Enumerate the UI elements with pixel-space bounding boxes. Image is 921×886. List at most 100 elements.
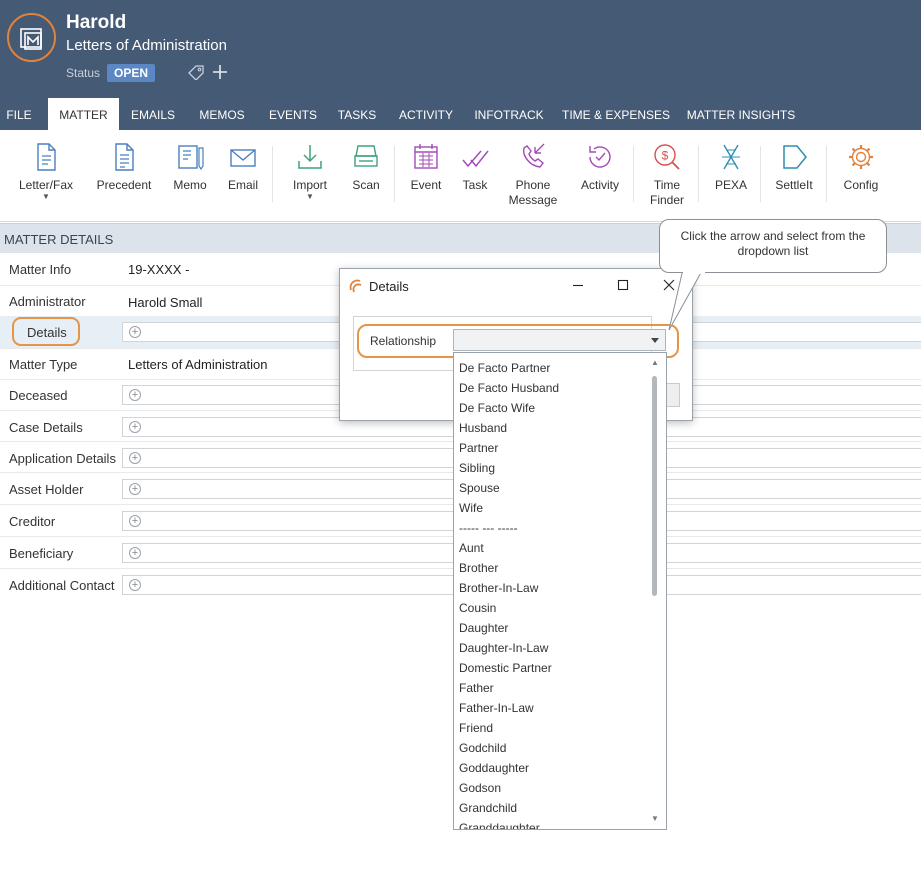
import-caret[interactable]: ▼ <box>284 193 336 201</box>
tab-activity[interactable]: ACTIVITY <box>396 98 456 130</box>
dropdown-option[interactable]: Granddaughter <box>459 821 540 829</box>
import-button[interactable]: Import ▼ <box>284 142 336 201</box>
dropdown-option[interactable]: De Facto Wife <box>459 401 535 415</box>
matter-name: Harold <box>66 12 127 33</box>
relationship-dropdown-list[interactable]: De Facto Partner De Facto Husband De Fac… <box>453 352 667 830</box>
ribbon-separator <box>698 146 699 202</box>
app-logo-icon <box>349 279 362 293</box>
dropdown-option[interactable]: Grandchild <box>459 801 517 815</box>
scan-icon <box>354 145 378 167</box>
dropdown-option[interactable]: Daughter-In-Law <box>459 641 548 655</box>
activity-icon <box>589 146 611 168</box>
row-value: 19-XXXX - <box>128 262 190 277</box>
row-label: Deceased <box>9 388 68 403</box>
settleit-icon <box>783 145 807 169</box>
add-icon[interactable]: + <box>129 421 141 433</box>
row-label: Application Details <box>9 451 116 466</box>
add-icon[interactable]: + <box>129 483 141 495</box>
gear-icon <box>849 145 873 169</box>
dropdown-option[interactable]: Wife <box>459 501 483 515</box>
dropdown-option[interactable]: Brother <box>459 561 498 575</box>
activity-button[interactable]: Activity <box>572 142 628 193</box>
dropdown-option[interactable]: Daughter <box>459 621 508 635</box>
dropdown-option[interactable]: Father <box>459 681 494 695</box>
tab-events[interactable]: EVENTS <box>265 98 321 130</box>
row-value: Harold Small <box>128 295 203 310</box>
dropdown-option[interactable]: Spouse <box>459 481 500 495</box>
event-button[interactable]: Event <box>405 142 447 193</box>
tab-matter[interactable]: MATTER <box>48 98 119 130</box>
ribbon-tabs: FILE MATTER EMAILS MEMOS EVENTS TASKS AC… <box>0 98 921 130</box>
tab-file[interactable]: FILE <box>0 98 38 130</box>
memo-label: Memo <box>173 178 207 192</box>
memo-button[interactable]: Memo <box>166 142 214 193</box>
time-finder-label-1: Time <box>653 178 681 192</box>
dropdown-option[interactable]: Sibling <box>459 461 495 475</box>
dropdown-option[interactable]: De Facto Husband <box>459 381 559 395</box>
event-label: Event <box>410 178 442 192</box>
add-icon[interactable]: + <box>129 326 141 338</box>
dropdown-option[interactable]: De Facto Partner <box>459 361 550 375</box>
calendar-icon <box>414 144 438 169</box>
matter-details-title: MATTER DETAILS <box>4 232 114 247</box>
dropdown-scrollbar[interactable]: ▲ ▼ <box>650 358 660 826</box>
tab-matter-insights[interactable]: MATTER INSIGHTS <box>685 98 797 130</box>
settleit-label: SettleIt <box>775 178 813 192</box>
status-badge[interactable]: OPEN <box>107 64 156 82</box>
scroll-down-icon[interactable]: ▼ <box>650 814 660 824</box>
tag-icon[interactable] <box>187 64 205 80</box>
dropdown-option[interactable]: Brother-In-Law <box>459 581 538 595</box>
letter-fax-caret[interactable]: ▼ <box>14 193 78 201</box>
time-finder-button[interactable]: $ Time Finder <box>642 142 692 208</box>
add-icon[interactable]: + <box>129 547 141 559</box>
tab-emails[interactable]: EMAILS <box>125 98 181 130</box>
dropdown-option[interactable]: Husband <box>459 421 507 435</box>
add-icon[interactable]: + <box>129 389 141 401</box>
dropdown-option[interactable]: Partner <box>459 441 498 455</box>
svg-text:$: $ <box>662 149 669 163</box>
dropdown-option[interactable]: Godchild <box>459 741 506 755</box>
tab-tasks[interactable]: TASKS <box>334 98 380 130</box>
maximize-icon[interactable] <box>615 277 631 293</box>
dialog-title: Details <box>369 279 409 294</box>
phone-message-label-2: Message <box>508 193 558 207</box>
email-button[interactable]: Email <box>222 142 264 193</box>
row-value: Letters of Administration <box>128 357 268 372</box>
tab-infotrack[interactable]: INFOTRACK <box>472 98 546 130</box>
scan-button[interactable]: Scan <box>344 142 388 193</box>
tab-memos[interactable]: MEMOS <box>194 98 250 130</box>
dropdown-option[interactable]: Domestic Partner <box>459 661 552 675</box>
dropdown-option[interactable]: Goddaughter <box>459 761 529 775</box>
phone-message-button[interactable]: Phone Message <box>505 142 561 208</box>
dropdown-option[interactable]: Godson <box>459 781 501 795</box>
scroll-up-icon[interactable]: ▲ <box>650 358 660 368</box>
ribbon-separator <box>633 146 634 202</box>
tab-time-expenses[interactable]: TIME & EXPENSES <box>561 98 671 130</box>
config-button[interactable]: Config <box>836 142 886 193</box>
letter-fax-button[interactable]: Letter/Fax ▼ <box>14 142 78 201</box>
precedent-button[interactable]: Precedent <box>92 142 156 193</box>
callout-pointer-cover <box>683 268 705 274</box>
settleit-button[interactable]: SettleIt <box>768 142 820 193</box>
letter-fax-label: Letter/Fax <box>18 178 74 192</box>
dropdown-option[interactable]: Cousin <box>459 601 496 615</box>
row-label: Case Details <box>9 420 83 435</box>
pexa-label: PEXA <box>714 178 747 192</box>
minimize-icon[interactable] <box>570 277 586 293</box>
dropdown-separator[interactable]: ----- --- ----- <box>459 521 518 535</box>
add-icon[interactable]: + <box>129 579 141 591</box>
dropdown-option[interactable]: Father-In-Law <box>459 701 534 715</box>
ribbon-separator <box>826 146 827 202</box>
add-icon[interactable]: + <box>129 515 141 527</box>
task-label: Task <box>462 178 488 192</box>
phone-message-icon <box>523 143 545 168</box>
pexa-button[interactable]: PEXA <box>708 142 754 193</box>
dropdown-option[interactable]: Friend <box>459 721 493 735</box>
add-tag-icon[interactable] <box>211 63 229 81</box>
row-label: Additional Contact <box>9 578 115 593</box>
dropdown-option[interactable]: Aunt <box>459 541 484 555</box>
add-icon[interactable]: + <box>129 452 141 464</box>
scrollbar-thumb[interactable] <box>652 376 657 596</box>
email-label: Email <box>227 178 258 192</box>
task-button[interactable]: Task <box>455 142 495 193</box>
